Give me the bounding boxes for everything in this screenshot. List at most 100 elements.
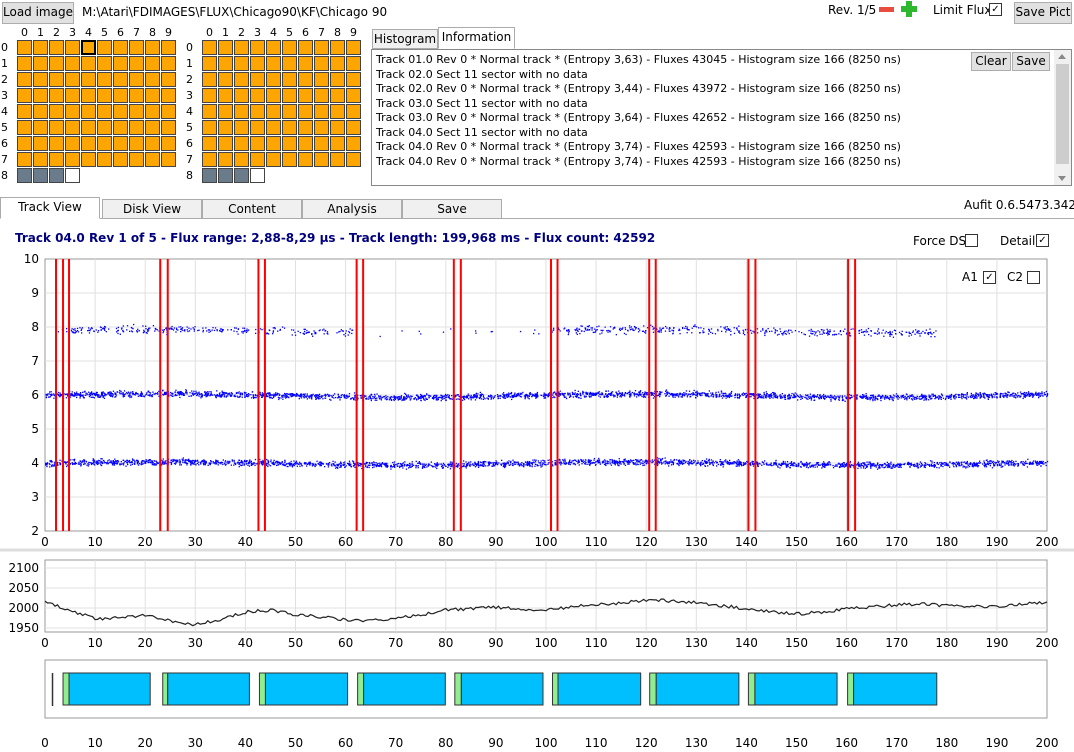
- scroll-up-icon[interactable]: [1058, 54, 1066, 59]
- sector-cell[interactable]: [250, 168, 265, 183]
- sector-cell[interactable]: [282, 88, 297, 103]
- sector-cell[interactable]: [81, 56, 96, 71]
- side0-sector-grid[interactable]: 0123456789012345678: [0, 24, 190, 189]
- sector-cell[interactable]: [266, 120, 281, 135]
- sector-cell[interactable]: [346, 88, 361, 103]
- sector-cell[interactable]: [129, 104, 144, 119]
- sector-cell[interactable]: [113, 72, 128, 87]
- sector-cell[interactable]: [202, 56, 217, 71]
- force-ds-checkbox[interactable]: [965, 234, 978, 247]
- sector-cell[interactable]: [266, 88, 281, 103]
- tab-disk-view[interactable]: Disk View: [102, 199, 202, 219]
- sector-cell[interactable]: [250, 40, 265, 55]
- sector-cell[interactable]: [218, 40, 233, 55]
- sector-cell[interactable]: [65, 152, 80, 167]
- plus-icon[interactable]: [901, 1, 917, 17]
- sector-cell[interactable]: [81, 136, 96, 151]
- sector-cell[interactable]: [266, 56, 281, 71]
- sector-cell[interactable]: [282, 120, 297, 135]
- sector-cell[interactable]: [161, 40, 176, 55]
- sector-cell[interactable]: [113, 120, 128, 135]
- sector-cell[interactable]: [330, 136, 345, 151]
- sector-cell[interactable]: [97, 72, 112, 87]
- sector-cell[interactable]: [202, 152, 217, 167]
- sector-cell[interactable]: [33, 168, 48, 183]
- sector-cell[interactable]: [161, 88, 176, 103]
- sector-cell[interactable]: [145, 88, 160, 103]
- sector-cell[interactable]: [17, 40, 32, 55]
- sector-cell[interactable]: [330, 72, 345, 87]
- sector-cell[interactable]: [250, 136, 265, 151]
- sector-cell[interactable]: [81, 120, 96, 135]
- side1-sector-grid[interactable]: 0123456789012345678: [185, 24, 375, 189]
- sector-cell[interactable]: [298, 72, 313, 87]
- sector-cell[interactable]: [161, 56, 176, 71]
- sector-cell[interactable]: [113, 40, 128, 55]
- sector-cell[interactable]: [234, 120, 249, 135]
- sector-cell[interactable]: [49, 168, 64, 183]
- sector-cell[interactable]: [314, 72, 329, 87]
- save-pict-button[interactable]: Save Pict: [1014, 2, 1072, 24]
- sector-cell[interactable]: [49, 88, 64, 103]
- sector-cell[interactable]: [346, 72, 361, 87]
- sector-cell[interactable]: [330, 104, 345, 119]
- sector-cell[interactable]: [113, 152, 128, 167]
- sector-cell[interactable]: [65, 104, 80, 119]
- detail-checkbox[interactable]: ✓: [1036, 234, 1049, 247]
- sector-cell[interactable]: [145, 104, 160, 119]
- sector-cell[interactable]: [129, 136, 144, 151]
- sector-cell[interactable]: [266, 40, 281, 55]
- sector-cell[interactable]: [218, 104, 233, 119]
- sector-cell[interactable]: [145, 56, 160, 71]
- sector-cell[interactable]: [81, 152, 96, 167]
- sector-cell[interactable]: [97, 56, 112, 71]
- sector-cell[interactable]: [17, 88, 32, 103]
- sector-cell[interactable]: [33, 72, 48, 87]
- load-image-button[interactable]: Load image: [2, 2, 74, 24]
- sector-cell[interactable]: [145, 72, 160, 87]
- sector-cell[interactable]: [145, 136, 160, 151]
- sector-cell[interactable]: [161, 120, 176, 135]
- sector-cell[interactable]: [49, 40, 64, 55]
- tab-analysis[interactable]: Analysis: [302, 199, 402, 219]
- sector-cell[interactable]: [49, 152, 64, 167]
- sector-cell[interactable]: [33, 120, 48, 135]
- tab-content[interactable]: Content: [202, 199, 302, 219]
- sector-cell[interactable]: [33, 40, 48, 55]
- sector-cell[interactable]: [218, 72, 233, 87]
- sector-cell[interactable]: [282, 152, 297, 167]
- sector-cell[interactable]: [250, 120, 265, 135]
- sector-cell[interactable]: [97, 120, 112, 135]
- sector-cell[interactable]: [250, 88, 265, 103]
- sector-cell[interactable]: [161, 104, 176, 119]
- sector-cell[interactable]: [298, 136, 313, 151]
- sector-cell[interactable]: [129, 152, 144, 167]
- sector-cell[interactable]: [282, 40, 297, 55]
- sector-cell[interactable]: [17, 56, 32, 71]
- tab-save[interactable]: Save: [402, 199, 502, 219]
- sector-cell[interactable]: [330, 40, 345, 55]
- sector-cell[interactable]: [33, 152, 48, 167]
- sector-cell[interactable]: [234, 72, 249, 87]
- sector-cell[interactable]: [17, 168, 32, 183]
- sector-cell[interactable]: [346, 40, 361, 55]
- sector-cell[interactable]: [97, 104, 112, 119]
- sector-cell[interactable]: [161, 136, 176, 151]
- sector-cell[interactable]: [113, 136, 128, 151]
- sector-cell[interactable]: [202, 168, 217, 183]
- sector-cell[interactable]: [49, 104, 64, 119]
- sector-cell[interactable]: [97, 40, 112, 55]
- sector-cell[interactable]: [65, 168, 80, 183]
- log-clear-button[interactable]: Clear: [971, 52, 1011, 71]
- sector-cell[interactable]: [97, 152, 112, 167]
- sector-cell[interactable]: [161, 152, 176, 167]
- sector-cell[interactable]: [202, 40, 217, 55]
- tab-histogram[interactable]: Histogram: [372, 29, 438, 49]
- sector-cell[interactable]: [234, 40, 249, 55]
- sector-cell[interactable]: [282, 72, 297, 87]
- sector-cell[interactable]: [346, 120, 361, 135]
- sector-cell[interactable]: [145, 152, 160, 167]
- sector-cell[interactable]: [33, 56, 48, 71]
- sector-cell[interactable]: [65, 88, 80, 103]
- sector-cell[interactable]: [202, 136, 217, 151]
